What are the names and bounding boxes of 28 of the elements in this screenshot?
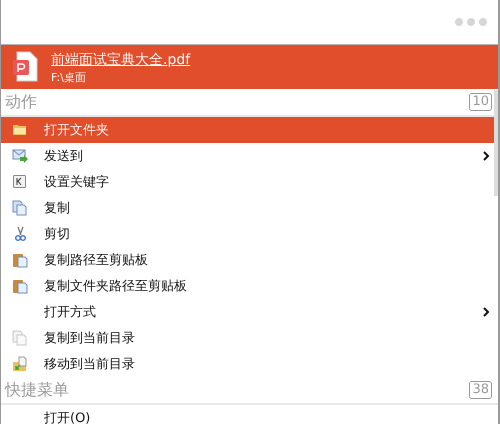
key-letter-icon — [12, 174, 28, 190]
file-name[interactable]: 前端面试宝典大全.pdf — [51, 50, 190, 70]
menu-item[interactable]: 设置关键字 — [1, 169, 498, 195]
menu-item[interactable]: 打开(O) — [1, 405, 498, 424]
copy-icon — [12, 330, 28, 346]
clipboard-icon — [12, 252, 28, 268]
section-title: 动作 — [5, 92, 37, 112]
clipboard-icon — [12, 278, 28, 294]
envelope-arrow-icon — [12, 148, 28, 164]
menu-item[interactable]: 移动到当前目录 — [1, 351, 498, 377]
scrollbar[interactable] — [494, 90, 498, 196]
pdf-file-icon — [13, 51, 39, 83]
menu-item[interactable]: 剪切 — [1, 221, 498, 247]
folder-arrow-icon — [12, 356, 28, 372]
menu-item[interactable]: 复制路径至剪贴板 — [1, 247, 498, 273]
menu-item[interactable]: 复制到当前目录 — [1, 325, 498, 351]
menu-item[interactable]: 复制文件夹路径至剪贴板 — [1, 273, 498, 299]
menu-item[interactable]: 打开方式 — [1, 299, 498, 325]
more-icon[interactable] — [454, 17, 488, 27]
scissors-icon — [12, 226, 28, 242]
count-badge: 38 — [469, 381, 492, 399]
file-path: F:\桌面 — [51, 70, 87, 84]
menu-item[interactable]: 发送到 — [1, 143, 498, 169]
menu-item[interactable]: 复制 — [1, 195, 498, 221]
section-title: 快捷菜单 — [5, 380, 69, 400]
count-badge: 10 — [469, 93, 492, 111]
folder-icon — [12, 122, 28, 138]
copy-icon — [12, 200, 28, 216]
